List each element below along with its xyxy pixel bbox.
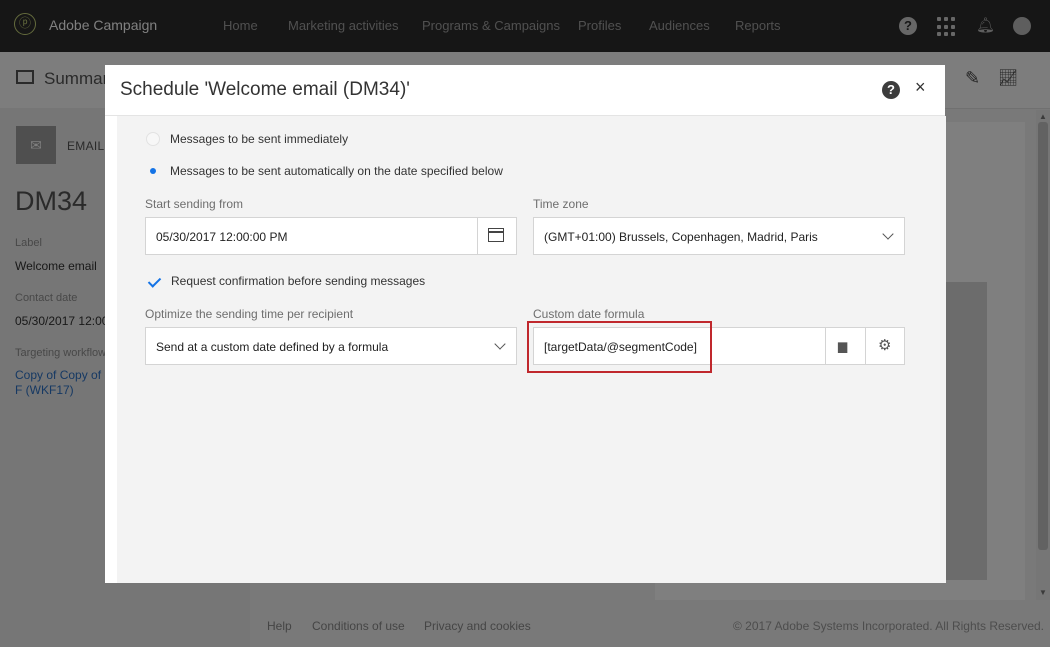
start-date-input[interactable]: 05/30/2017 12:00:00 PM bbox=[145, 217, 517, 255]
optimize-value: Send at a custom date defined by a formu… bbox=[156, 340, 389, 354]
optimize-label: Optimize the sending time per recipient bbox=[145, 307, 354, 321]
schedule-dialog: Schedule 'Welcome email (DM34)' ? × Mess… bbox=[105, 65, 946, 583]
divider bbox=[477, 218, 478, 254]
gear-icon[interactable]: ⚙ bbox=[878, 336, 891, 354]
divider bbox=[825, 328, 826, 364]
time-zone-value: (GMT+01:00) Brussels, Copenhagen, Madrid… bbox=[544, 230, 818, 244]
dialog-title: Schedule 'Welcome email (DM34)' bbox=[120, 79, 410, 100]
time-zone-select[interactable]: (GMT+01:00) Brussels, Copenhagen, Madrid… bbox=[533, 217, 905, 255]
divider bbox=[865, 328, 866, 364]
radio-send-on-date[interactable] bbox=[146, 164, 160, 178]
send-immediately-label[interactable]: Messages to be sent immediately bbox=[170, 132, 348, 146]
dialog-body: Messages to be sent immediately Messages… bbox=[117, 116, 946, 583]
confirm-checkbox-label[interactable]: Request confirmation before sending mess… bbox=[171, 274, 425, 288]
radio-send-immediately[interactable] bbox=[146, 132, 160, 146]
custom-formula-label: Custom date formula bbox=[533, 307, 645, 321]
chevron-down-icon bbox=[882, 228, 894, 240]
dialog-help-icon[interactable]: ? bbox=[882, 81, 900, 99]
dialog-header: Schedule 'Welcome email (DM34)' ? × bbox=[105, 65, 945, 116]
start-sending-label: Start sending from bbox=[145, 197, 244, 211]
chevron-down-icon bbox=[494, 338, 506, 350]
close-icon[interactable]: × bbox=[915, 77, 926, 98]
optimize-select[interactable]: Send at a custom date defined by a formu… bbox=[145, 327, 517, 365]
time-zone-label: Time zone bbox=[533, 197, 589, 211]
highlight-annotation bbox=[527, 321, 712, 373]
confirm-checkbox[interactable] bbox=[146, 274, 162, 290]
calendar-icon[interactable] bbox=[488, 228, 504, 242]
expression-editor-icon[interactable]: ▆ bbox=[838, 339, 847, 353]
start-date-value: 05/30/2017 12:00:00 PM bbox=[156, 230, 288, 244]
send-on-date-label[interactable]: Messages to be sent automatically on the… bbox=[170, 164, 503, 178]
